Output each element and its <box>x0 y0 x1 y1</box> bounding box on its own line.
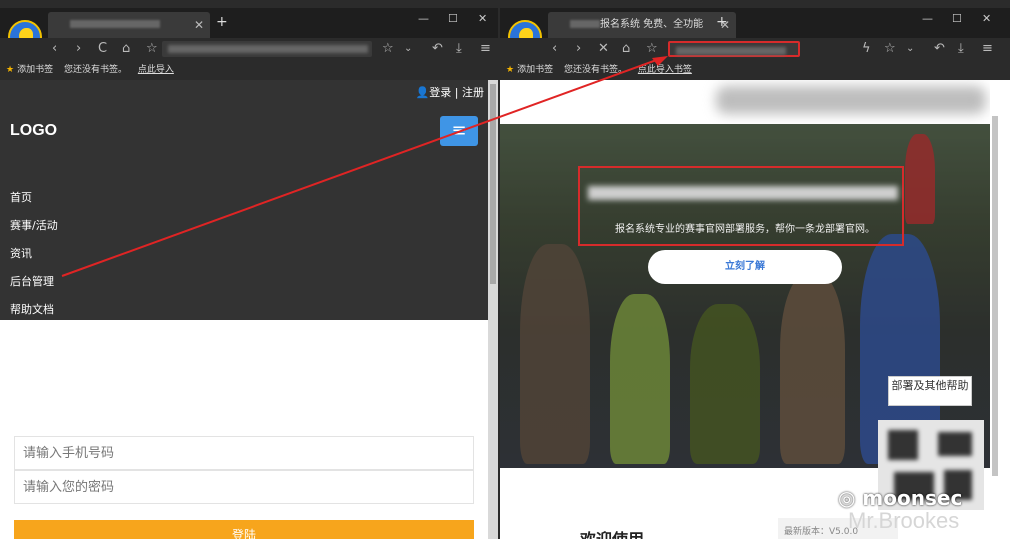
annotation-arrow <box>61 56 668 277</box>
watermark-moonsec: ◎ moonsec <box>838 486 963 510</box>
watermark-author: Mr.Brookes <box>848 508 960 533</box>
wechat-icon: ◎ <box>838 486 856 510</box>
